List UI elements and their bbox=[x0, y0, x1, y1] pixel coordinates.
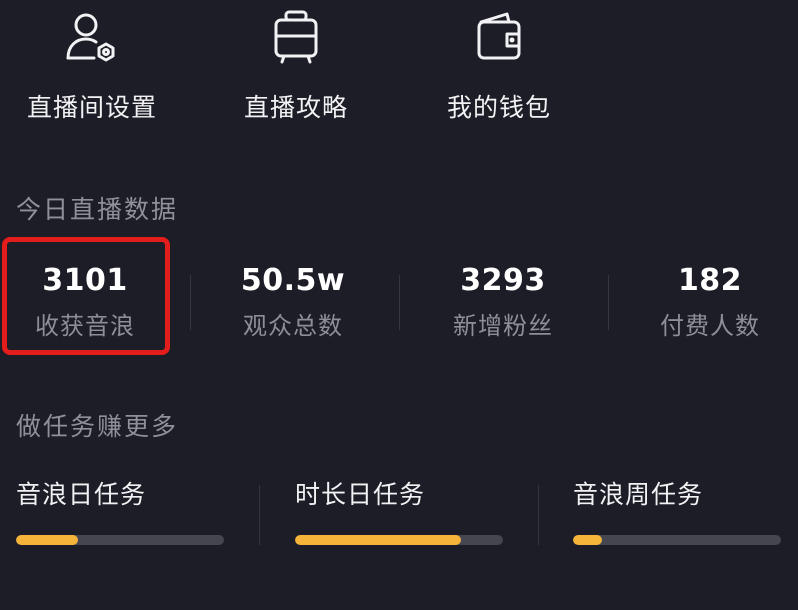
task-progress-fill bbox=[573, 535, 603, 545]
stat-divider bbox=[190, 275, 191, 330]
stat-new-fans[interactable]: 3293 新增粉丝 bbox=[408, 263, 598, 341]
task-list: 音浪日任务 时长日任务 音浪周任务 bbox=[0, 475, 798, 555]
briefcase-icon bbox=[274, 10, 318, 64]
task-name: 音浪周任务 bbox=[573, 480, 704, 509]
stat-caption: 付费人数 bbox=[660, 312, 760, 340]
task-daily-sound-waves[interactable]: 音浪日任务 bbox=[16, 475, 231, 545]
my-wallet-label: 我的钱包 bbox=[446, 93, 551, 122]
live-guide-button[interactable]: 直播攻略 bbox=[221, 8, 371, 124]
stat-value: 3293 bbox=[460, 263, 546, 298]
task-progress-fill bbox=[16, 535, 79, 545]
quick-actions: 直播间设置 直播攻略 我的钱包 bbox=[0, 8, 798, 128]
task-name: 音浪日任务 bbox=[16, 480, 147, 509]
task-progress-track bbox=[573, 535, 781, 545]
stat-divider bbox=[399, 275, 400, 330]
live-guide-label: 直播攻略 bbox=[243, 93, 348, 122]
wallet-icon bbox=[477, 12, 521, 60]
room-settings-button[interactable]: 直播间设置 bbox=[17, 8, 167, 124]
stat-paying-users[interactable]: 182 付费人数 bbox=[615, 263, 798, 341]
stat-divider bbox=[608, 275, 609, 330]
tasks-title: 做任务赚更多 bbox=[16, 412, 179, 441]
task-name: 时长日任务 bbox=[295, 480, 426, 509]
task-progress-fill bbox=[295, 535, 462, 545]
room-settings-label: 直播间设置 bbox=[26, 93, 157, 122]
highlight-annotation-box bbox=[2, 237, 170, 355]
user-gear-icon bbox=[66, 13, 115, 62]
stat-value: 50.5w bbox=[240, 263, 346, 298]
task-divider bbox=[538, 485, 539, 545]
task-daily-duration[interactable]: 时长日任务 bbox=[295, 475, 510, 545]
task-weekly-sound-waves[interactable]: 音浪周任务 bbox=[573, 475, 788, 545]
today-data-title: 今日直播数据 bbox=[16, 195, 179, 224]
task-progress-track bbox=[16, 535, 224, 545]
stat-caption: 观众总数 bbox=[243, 312, 343, 340]
stat-caption: 新增粉丝 bbox=[453, 312, 553, 340]
task-progress-track bbox=[295, 535, 503, 545]
stat-value: 182 bbox=[677, 263, 743, 298]
stat-total-viewers[interactable]: 50.5w 观众总数 bbox=[198, 263, 388, 341]
my-wallet-button[interactable]: 我的钱包 bbox=[424, 8, 574, 124]
live-dashboard: 直播间设置 直播攻略 我的钱包 今日直播数据 3101 收获音浪 50.5w 观… bbox=[0, 0, 798, 610]
task-divider bbox=[259, 485, 260, 545]
